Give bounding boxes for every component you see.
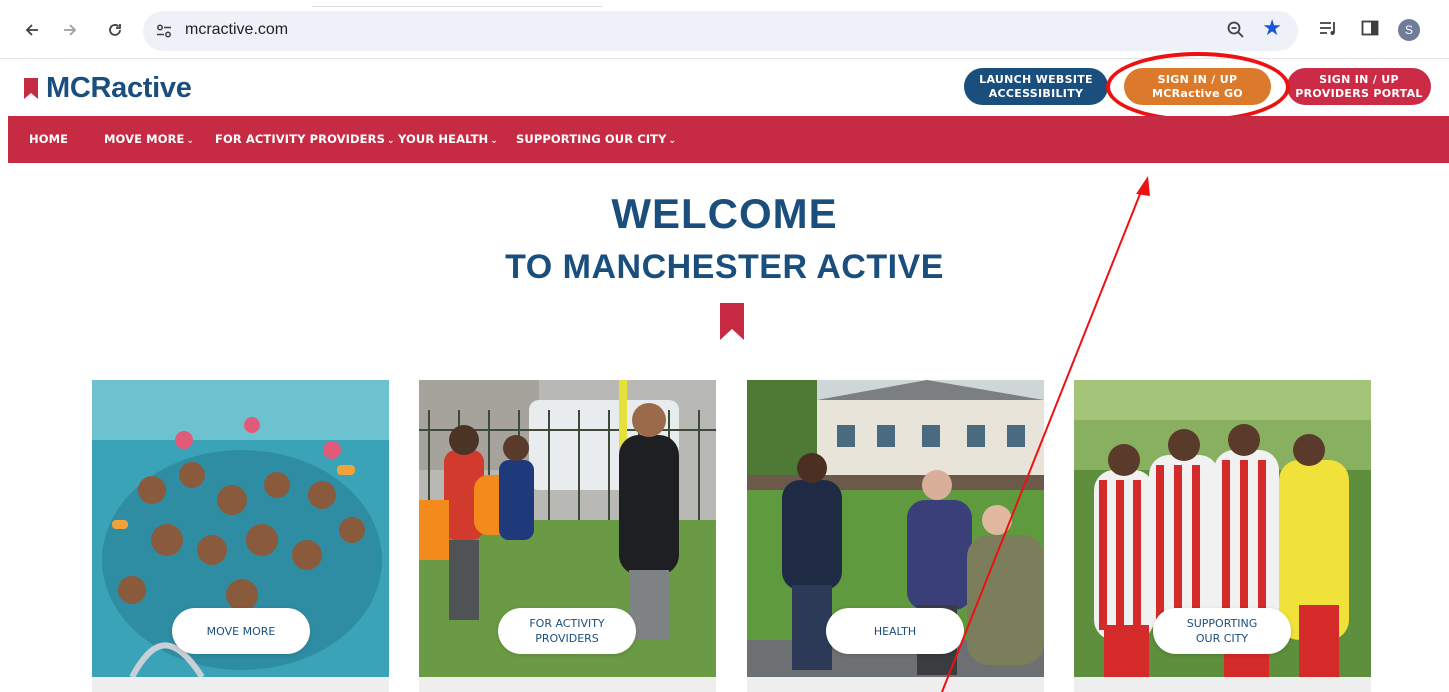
address-bar[interactable]: mcractive.com ★ bbox=[143, 11, 1298, 51]
card-label-activity-providers[interactable]: FOR ACTIVITY PROVIDERS bbox=[498, 608, 636, 654]
card-label-line-2: OUR CITY bbox=[1195, 632, 1249, 645]
card-label-supporting-our-city[interactable]: SUPPORTING OUR CITY bbox=[1153, 608, 1291, 654]
chevron-down-icon: ⌄ bbox=[490, 136, 498, 146]
card-footer bbox=[1074, 677, 1371, 692]
site-logo[interactable]: MCRactive bbox=[24, 72, 192, 105]
site-info-button[interactable] bbox=[149, 16, 179, 46]
card-label-line-1: MOVE MORE bbox=[206, 624, 276, 638]
bookmark-star-icon[interactable]: ★ bbox=[1262, 16, 1282, 41]
tune-icon bbox=[157, 24, 171, 38]
nav-item-home[interactable]: HOME bbox=[29, 132, 68, 146]
nav-item-supporting-our-city[interactable]: SUPPORTING OUR CITY ⌄ bbox=[516, 132, 676, 146]
logo-text: MCRactive bbox=[46, 72, 192, 104]
card-label-line-2: PROVIDERS bbox=[535, 632, 599, 645]
browser-toolbar: mcractive.com ★ S bbox=[0, 0, 1449, 59]
nav-item-label: YOUR HEALTH bbox=[398, 132, 489, 146]
annotation-highlight-circle bbox=[1106, 52, 1290, 122]
side-panel-icon bbox=[1361, 20, 1379, 36]
back-arrow-icon bbox=[25, 24, 38, 36]
chevron-down-icon: ⌄ bbox=[186, 136, 195, 146]
card-label-health[interactable]: HEALTH bbox=[826, 608, 964, 654]
reload-button[interactable] bbox=[101, 16, 129, 44]
tab-strip-edge bbox=[312, 0, 602, 7]
button-line-1: SIGN IN / UP bbox=[1319, 72, 1399, 86]
back-button[interactable] bbox=[18, 16, 46, 44]
zoom-button[interactable] bbox=[1226, 20, 1246, 44]
button-line-2: PROVIDERS PORTAL bbox=[1295, 86, 1423, 100]
card-footer bbox=[92, 677, 389, 692]
card-footer bbox=[747, 677, 1044, 692]
button-line-2: ACCESSIBILITY bbox=[988, 86, 1084, 100]
bookmark-ribbon-icon bbox=[720, 303, 744, 340]
card-label-line-1: HEALTH bbox=[873, 624, 917, 638]
nav-item-label: SUPPORTING OUR CITY bbox=[516, 132, 667, 146]
nav-item-activity-providers[interactable]: FOR ACTIVITY PROVIDERS ⌄ bbox=[215, 132, 395, 146]
nav-item-label: HOME bbox=[29, 132, 69, 146]
card-label-line-1: FOR ACTIVITY bbox=[529, 617, 605, 630]
zoom-out-icon bbox=[1227, 21, 1244, 38]
chevron-down-icon: ⌄ bbox=[386, 136, 395, 146]
button-line-1: LAUNCH WEBSITE bbox=[979, 72, 1093, 86]
welcome-subheading: TO MANCHESTER ACTIVE bbox=[505, 248, 944, 286]
forward-button[interactable] bbox=[56, 16, 84, 44]
reading-list-icon bbox=[1320, 22, 1335, 35]
card-footer bbox=[419, 677, 716, 692]
chevron-down-icon: ⌄ bbox=[668, 136, 677, 146]
welcome-heading: WELCOME bbox=[611, 190, 838, 237]
bookmark-ribbon-icon bbox=[24, 78, 38, 99]
reading-list-button[interactable] bbox=[1318, 18, 1338, 42]
forward-arrow-icon bbox=[64, 24, 77, 36]
nav-item-your-health[interactable]: YOUR HEALTH ⌄ bbox=[398, 132, 498, 146]
nav-item-label: MOVE MORE bbox=[104, 132, 185, 146]
launch-accessibility-button[interactable]: LAUNCH WEBSITE ACCESSIBILITY bbox=[964, 68, 1108, 105]
profile-avatar[interactable]: S bbox=[1398, 19, 1420, 41]
url-text[interactable]: mcractive.com bbox=[185, 21, 288, 39]
nav-item-label: FOR ACTIVITY PROVIDERS bbox=[215, 132, 385, 146]
card-label-line-1: SUPPORTING bbox=[1186, 617, 1258, 630]
card-label-move-more[interactable]: MOVE MORE bbox=[172, 608, 310, 654]
sign-in-providers-portal-button[interactable]: SIGN IN / UP PROVIDERS PORTAL bbox=[1287, 68, 1431, 105]
reload-icon bbox=[109, 24, 121, 36]
nav-item-move-more[interactable]: MOVE MORE ⌄ bbox=[104, 132, 194, 146]
main-nav: HOME MOVE MORE ⌄ FOR ACTIVITY PROVIDERS ⌄ … bbox=[8, 116, 1449, 163]
side-panel-button[interactable] bbox=[1360, 18, 1380, 42]
